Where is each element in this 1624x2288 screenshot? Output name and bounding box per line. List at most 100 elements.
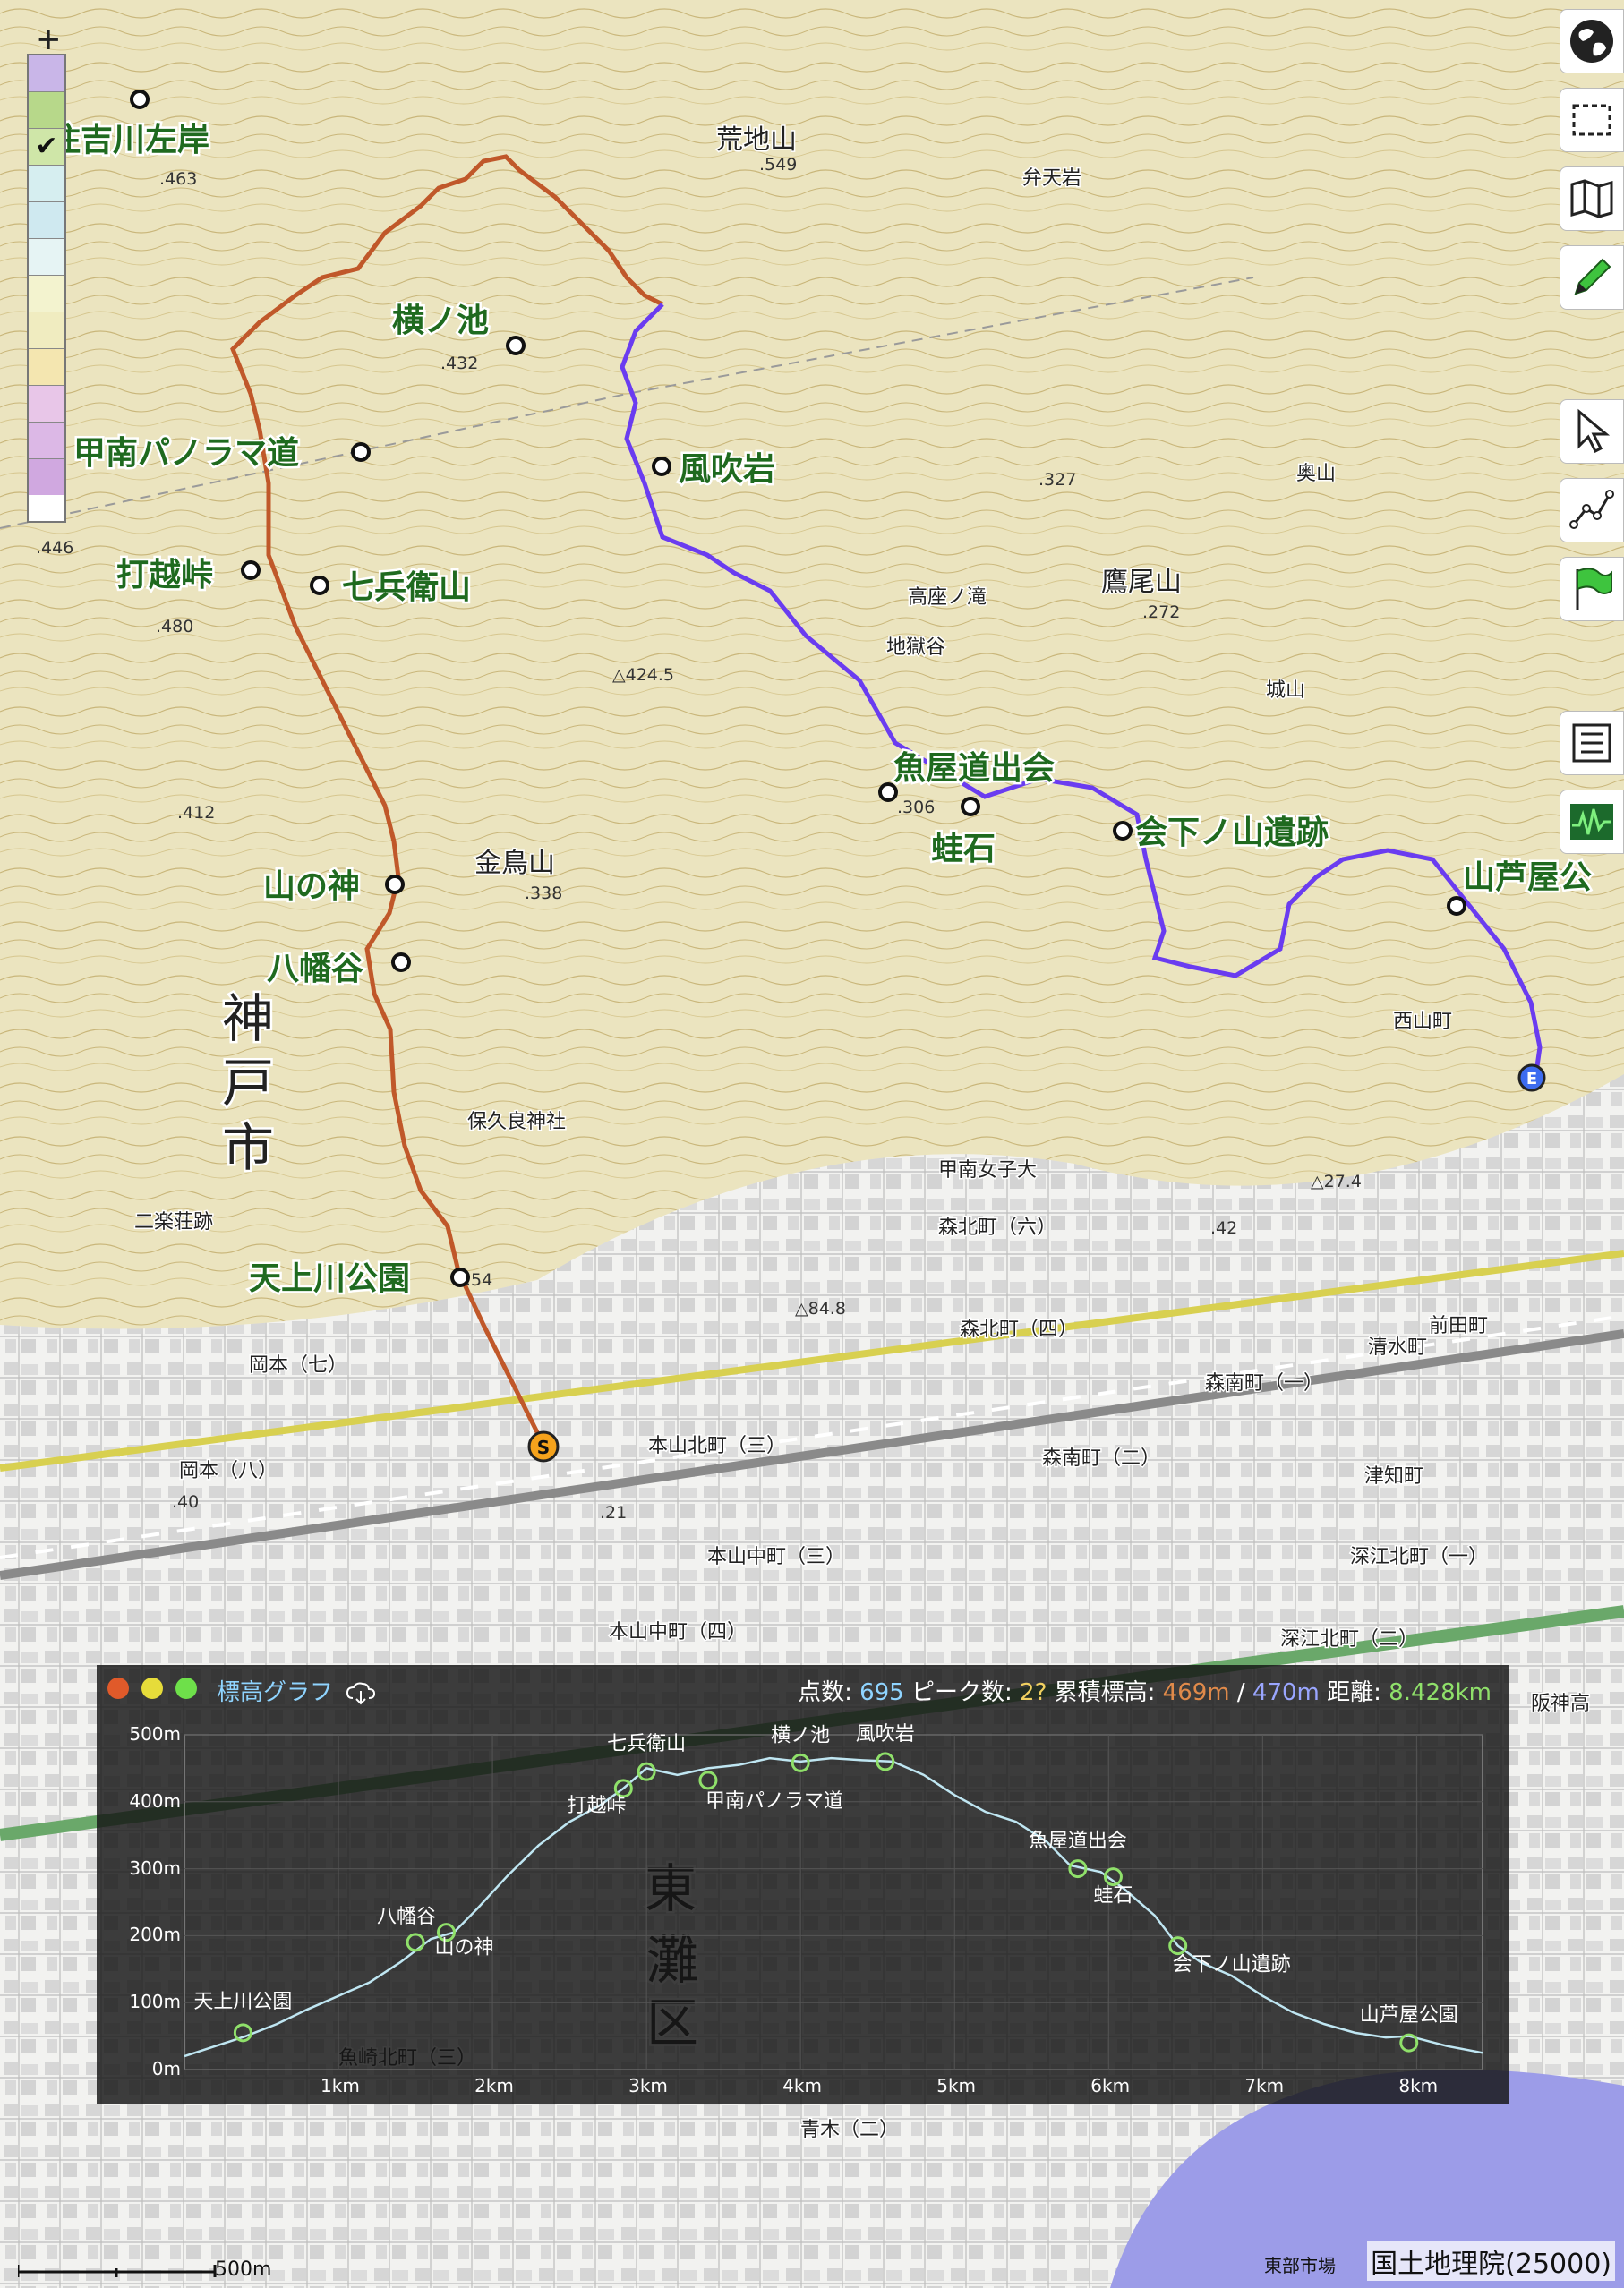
- place-label: 風吹岩: [679, 451, 775, 488]
- list-icon[interactable]: [1560, 711, 1624, 775]
- place-label: 津知町: [1364, 1465, 1423, 1488]
- plot-frame: [184, 1734, 1483, 2070]
- place-label: 本山北町（三）: [648, 1435, 786, 1457]
- elevation-chart[interactable]: 天上川公園 八幡谷山の神 打越峠 七兵衛山甲南パノラマ道 横ノ池 風吹岩魚屋道出会蛙石会下…: [97, 1665, 1509, 2104]
- legend-swatch: [29, 166, 64, 202]
- elevation-spot-label: .327: [1039, 470, 1076, 490]
- legend-swatch: [29, 386, 64, 423]
- graph-waypoint-label: 魚屋道出会: [1029, 1831, 1127, 1853]
- place-label: 天上川公園: [249, 1260, 410, 1297]
- graph-waypoint-marker[interactable]: [233, 2023, 252, 2043]
- graph-waypoint-label: 甲南パノラマ道: [705, 1790, 843, 1813]
- legend-swatch: [29, 459, 64, 495]
- place-label: 城山: [1266, 679, 1305, 702]
- place-label: 森北町（四）: [960, 1319, 1078, 1341]
- elevation-spot-label: .306: [897, 798, 935, 817]
- pointer-icon[interactable]: [1560, 399, 1624, 464]
- legend-swatch: [29, 276, 64, 312]
- start-marker[interactable]: S: [527, 1430, 560, 1463]
- elevation-graph-icon[interactable]: [1560, 790, 1624, 854]
- zoom-in-button[interactable]: +: [36, 21, 62, 57]
- place-label: 前田町: [1429, 1315, 1488, 1337]
- place-label: 二楽荘跡: [134, 1211, 213, 1234]
- scale-label: 500m: [215, 2258, 272, 2281]
- place-label: 戸: [222, 1053, 274, 1114]
- credit-small: 東部市場: [1264, 2255, 1336, 2276]
- graph-waypoint-label: 山芦屋公園: [1360, 2004, 1458, 2027]
- legend-swatch-checked[interactable]: ✔: [29, 129, 64, 166]
- legend-swatch: [29, 239, 64, 276]
- place-label: 甲南女子大: [938, 1159, 1037, 1182]
- place-label: 奥山: [1296, 463, 1336, 485]
- place-label: 神: [222, 988, 274, 1049]
- graph-waypoint-marker[interactable]: [698, 1771, 718, 1790]
- place-label: 市: [222, 1117, 274, 1178]
- graph-waypoint-marker[interactable]: [406, 1933, 425, 1952]
- place-label: 清水町: [1368, 1336, 1427, 1359]
- graph-waypoint-label: 会下ノ山遺跡: [1173, 1954, 1291, 1976]
- elevation-spot-label: .463: [159, 169, 197, 189]
- pencil-icon[interactable]: [1560, 245, 1624, 310]
- place-label: 本山中町（三）: [707, 1546, 845, 1568]
- place-label: 青木（二）: [800, 2119, 899, 2141]
- place-label: 荒地山: [716, 124, 797, 156]
- place-label: 岡本（七）: [249, 1354, 347, 1377]
- graph-waypoint-label: 天上川公園: [193, 1991, 292, 2013]
- place-label: 本山中町（四）: [609, 1621, 747, 1643]
- place-label: 深江北町（二）: [1280, 1628, 1418, 1651]
- place-label: 深江北町（一）: [1350, 1546, 1488, 1568]
- flag-icon[interactable]: [1560, 557, 1624, 621]
- polyline-icon[interactable]: [1560, 478, 1624, 542]
- elevation-spot-label: △424.5: [612, 665, 674, 685]
- place-label: 保久良神社: [467, 1111, 566, 1133]
- place-label: 住吉川左岸: [48, 122, 209, 158]
- legend-swatch: [29, 349, 64, 386]
- elevation-spot-label: .54: [466, 1270, 492, 1290]
- end-marker[interactable]: E: [1517, 1063, 1546, 1092]
- place-label: 山の神: [263, 868, 360, 905]
- elevation-spot-label: .40: [172, 1492, 199, 1512]
- place-label: 八幡谷: [267, 951, 363, 987]
- place-label: 鷹尾山: [1101, 567, 1182, 598]
- place-label: 弁天岩: [1022, 167, 1081, 190]
- elevation-spot-label: .21: [600, 1503, 627, 1523]
- place-label: 西山町: [1393, 1011, 1452, 1033]
- place-label: 会下ノ山遺跡: [1135, 815, 1329, 851]
- place-label: 森南町（一）: [1205, 1372, 1323, 1395]
- start-marker-label: S: [537, 1437, 550, 1458]
- place-label: 岡本（八）: [179, 1460, 278, 1482]
- place-label: 金鳥山: [474, 848, 555, 879]
- place-label: 七兵衛山: [342, 569, 471, 606]
- elevation-spot-label: .272: [1142, 602, 1180, 622]
- elevation-spot-label: .432: [440, 354, 478, 373]
- map-credit: 国土地理院(25000): [1367, 2241, 1615, 2281]
- elevation-spot-label: .338: [525, 884, 562, 903]
- place-label: 山芦屋公: [1463, 859, 1592, 896]
- globe-icon[interactable]: [1560, 9, 1624, 73]
- graph-waypoint-label: 横ノ池: [771, 1724, 830, 1746]
- legend-swatch: [29, 423, 64, 459]
- place-label: 高座ノ滝: [908, 586, 987, 609]
- place-label: 阪神高: [1531, 1693, 1590, 1715]
- place-label: 打越峠: [116, 557, 213, 593]
- place-label: 地獄谷: [886, 636, 945, 659]
- map-icon[interactable]: [1560, 166, 1624, 231]
- place-label: 蛙石: [931, 831, 996, 867]
- graph-waypoint-label: 山の神: [434, 1937, 493, 1959]
- legend-swatch: [29, 202, 64, 239]
- check-icon: ✔: [35, 131, 58, 162]
- elevation-spot-label: △27.4: [1311, 1172, 1362, 1191]
- graph-waypoint-label: 蛙石: [1093, 1885, 1133, 1908]
- elevation-spot-label: △84.8: [795, 1299, 846, 1319]
- place-label: 甲南パノラマ道: [73, 435, 299, 472]
- select-rectangle-icon[interactable]: [1560, 88, 1624, 152]
- legend-swatch: [29, 92, 64, 129]
- elevation-graph-panel[interactable]: 標高グラフ 点数: 695 ピーク数: 2? 累積標高: 469m / 470m…: [97, 1665, 1509, 2104]
- end-marker-label: E: [1526, 1070, 1537, 1089]
- place-label: 森北町（六）: [938, 1217, 1056, 1239]
- elevation-spot-label: .42: [1210, 1218, 1237, 1238]
- elevation-spot-label: .549: [759, 155, 797, 175]
- elevation-color-legend[interactable]: ✔: [27, 54, 66, 523]
- legend-swatch: [29, 55, 64, 92]
- place-label: 森南町（二）: [1042, 1447, 1160, 1470]
